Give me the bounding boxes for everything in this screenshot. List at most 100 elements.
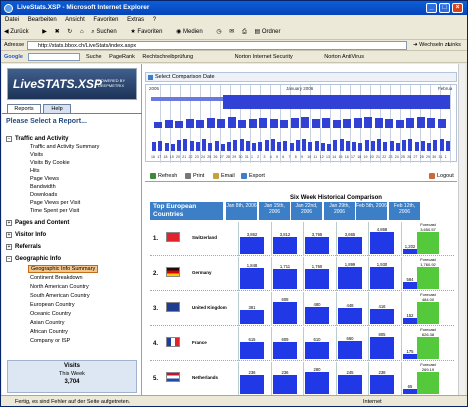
timeline-day-bar[interactable] <box>289 143 294 151</box>
report-item[interactable]: Hits <box>30 168 39 174</box>
timeline-day-bar[interactable] <box>177 140 181 151</box>
report-item[interactable]: North American Country <box>30 284 89 290</box>
report-item[interactable]: Visits By Cookie <box>30 160 70 166</box>
data-bar[interactable] <box>370 309 394 324</box>
timeline-day-bar[interactable] <box>433 140 438 151</box>
data-bar[interactable] <box>338 341 362 359</box>
data-bar[interactable] <box>273 302 297 324</box>
timeline-day-bar[interactable] <box>364 140 369 151</box>
data-bar[interactable] <box>370 375 394 394</box>
timeline-week-bar[interactable] <box>395 120 404 128</box>
timeline-day-bar[interactable] <box>395 143 400 151</box>
menu-ansicht[interactable]: Ansicht <box>65 17 85 23</box>
report-item[interactable]: Downloads <box>30 192 57 198</box>
data-bar[interactable] <box>240 268 264 289</box>
report-item[interactable]: European Country <box>30 302 75 308</box>
data-bar[interactable] <box>305 269 329 289</box>
tab-help[interactable]: Help <box>43 104 71 113</box>
timeline-day-bar[interactable] <box>195 142 200 151</box>
timeline-day-bar[interactable] <box>170 144 175 151</box>
data-bar[interactable] <box>240 375 264 394</box>
timeline-week-bar[interactable] <box>206 118 215 128</box>
timeline-day-bar[interactable] <box>389 141 394 151</box>
timeline-day-bar[interactable] <box>158 141 163 151</box>
section-traffic[interactable]: − Traffic and Activity <box>6 136 68 142</box>
expand-icon[interactable]: + <box>6 244 12 250</box>
timeline-history-bar[interactable] <box>151 97 223 101</box>
timeline-day-bar[interactable] <box>345 141 350 151</box>
expand-icon[interactable]: + <box>6 232 12 238</box>
data-bar[interactable] <box>370 232 394 254</box>
timeline-day-bar[interactable] <box>333 140 338 151</box>
data-bar[interactable] <box>338 375 362 394</box>
forecast-bar[interactable] <box>417 267 439 289</box>
timeline-week-bar[interactable] <box>427 118 435 128</box>
data-bar[interactable] <box>338 267 362 289</box>
section-geographic[interactable]: − Geographic Info <box>6 256 61 262</box>
data-bar[interactable] <box>403 389 417 394</box>
data-bar[interactable] <box>240 342 264 359</box>
country-name[interactable]: Switzerland <box>192 235 217 240</box>
timeline-day-bar[interactable] <box>277 142 281 151</box>
timeline-day-bar[interactable] <box>264 140 269 151</box>
timeline-day-bar[interactable] <box>189 141 194 151</box>
print-button[interactable]: Print <box>185 171 204 182</box>
timeline-day-bar[interactable] <box>377 139 381 151</box>
stop-icon[interactable]: ✖ <box>55 29 60 35</box>
country-name[interactable]: Netherlands <box>192 375 218 380</box>
section-visitor[interactable]: + Visitor Info <box>6 232 46 238</box>
timeline-week-bar[interactable] <box>227 117 236 128</box>
timeline-week-bar[interactable] <box>385 119 393 128</box>
data-bar[interactable] <box>273 269 297 289</box>
refresh-icon[interactable]: ↻ <box>67 29 72 35</box>
vertical-scrollbar[interactable] <box>458 64 465 395</box>
report-item[interactable]: Asian Country <box>30 320 65 326</box>
timeline-day-bar[interactable] <box>383 142 388 151</box>
timeline-day-bar[interactable] <box>439 139 444 151</box>
report-item[interactable]: Oceanic Country <box>30 311 71 317</box>
report-item[interactable]: African Country <box>30 329 68 335</box>
print-icon[interactable]: ⎙ <box>242 29 247 35</box>
back-button[interactable]: ◀ Zurück <box>4 29 35 35</box>
timeline-week-bar[interactable] <box>248 119 257 128</box>
timeline-day-bar[interactable] <box>327 144 331 151</box>
timeline-week-bar[interactable] <box>364 117 372 128</box>
data-bar[interactable] <box>370 267 394 289</box>
timeline-day-bar[interactable] <box>408 139 413 151</box>
folder-button[interactable]: ▤ Ordner <box>254 29 286 35</box>
minimize-button[interactable]: _ <box>426 3 437 13</box>
report-item[interactable]: Visits <box>30 152 43 158</box>
data-bar[interactable] <box>338 308 362 324</box>
timeline-day-bar[interactable] <box>320 143 325 151</box>
mail-icon[interactable]: ✉ <box>229 29 234 35</box>
timeline-week-bar[interactable] <box>343 119 351 128</box>
spellcheck-button[interactable]: Rechtschreibprüfung <box>142 54 193 60</box>
timeline-day-bar[interactable] <box>270 139 275 151</box>
data-bar[interactable] <box>240 237 264 254</box>
data-bar[interactable] <box>305 342 329 359</box>
timeline-day-bar[interactable] <box>208 143 213 151</box>
timeline-week-bar[interactable] <box>374 118 383 128</box>
email-button[interactable]: Email <box>213 171 235 182</box>
timeline-day-bar[interactable] <box>339 139 344 151</box>
norton-antivirus-button[interactable]: Norton AntiVirus <box>324 54 364 60</box>
data-bar[interactable] <box>273 237 297 254</box>
norton-security-button[interactable]: Norton Internet Security <box>235 54 293 60</box>
data-bar[interactable] <box>273 342 297 359</box>
timeline-day-bar[interactable] <box>314 141 319 151</box>
data-bar[interactable] <box>305 307 329 324</box>
timeline-week-bar[interactable] <box>437 119 446 128</box>
timeline-day-bar[interactable] <box>220 144 225 151</box>
timeline-day-bar[interactable] <box>420 141 425 151</box>
forecast-bar[interactable] <box>417 302 439 324</box>
country-name[interactable]: France <box>192 340 207 345</box>
timeline-day-bar[interactable] <box>352 142 356 151</box>
home-icon[interactable]: ⌂ <box>80 29 84 35</box>
timeline-day-bar[interactable] <box>239 139 244 151</box>
timeline-day-bar[interactable] <box>183 139 188 151</box>
timeline-week-bar[interactable] <box>154 122 162 128</box>
timeline-day-bar[interactable] <box>427 143 431 151</box>
report-item[interactable]: Time Spent per Visit <box>30 208 79 214</box>
links-label[interactable]: Links <box>448 40 461 51</box>
data-bar[interactable] <box>403 354 417 359</box>
